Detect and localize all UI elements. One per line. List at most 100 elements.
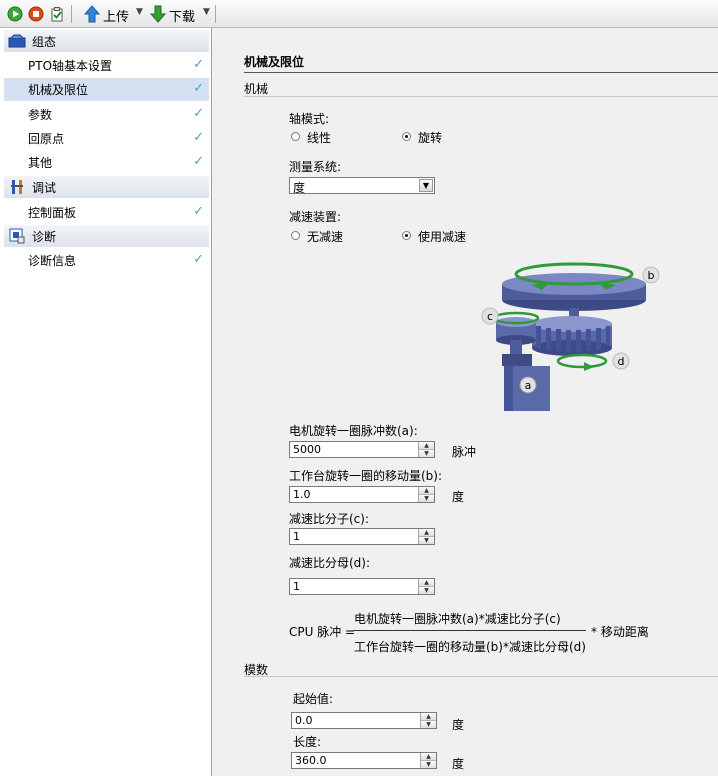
start-value-unit: 度 xyxy=(452,718,465,732)
pulses-per-rev-value: 5000 xyxy=(293,443,321,456)
nav-group-label: 调试 xyxy=(32,180,57,195)
start-value-stepper[interactable]: 0.0 ▲ ▼ xyxy=(291,712,437,729)
settings-panel: 机械及限位 机械 轴模式: 线性 旋转 测量系统: 度 ▼ 减速装置: 无减速 … xyxy=(214,28,718,776)
axis-mode-linear-radio[interactable] xyxy=(291,132,300,141)
sidebar-item-other[interactable]: 其他 ✓ xyxy=(4,151,209,174)
sidebar-item-label: 机械及限位 xyxy=(28,83,89,97)
measure-system-value: 度 xyxy=(293,181,306,195)
spin-up-icon[interactable]: ▲ xyxy=(419,442,434,450)
formula-fraction-bar xyxy=(353,630,586,631)
spin-down-icon[interactable]: ▼ xyxy=(419,587,434,594)
spin-down-icon[interactable]: ▼ xyxy=(419,495,434,502)
gearing-label: 减速装置: xyxy=(289,210,342,224)
stop-icon[interactable] xyxy=(27,5,45,23)
gearing-use-label: 使用减速 xyxy=(418,230,467,244)
download-arrow-icon[interactable] xyxy=(149,5,167,23)
axis-mode-label: 轴模式: xyxy=(289,112,330,126)
nav-group-config[interactable]: 组态 xyxy=(4,30,209,52)
ratio-denominator-stepper[interactable]: 1 ▲ ▼ xyxy=(289,578,435,595)
gearing-use-radio[interactable] xyxy=(402,231,411,240)
ratio-denominator-label: 减速比分母(d): xyxy=(289,556,371,570)
spin-up-icon[interactable]: ▲ xyxy=(419,579,434,587)
nav-group-label: 组态 xyxy=(32,34,57,49)
length-value: 360.0 xyxy=(295,754,327,767)
length-stepper[interactable]: 360.0 ▲ ▼ xyxy=(291,752,437,769)
pulses-unit: 脉冲 xyxy=(452,445,477,459)
sidebar-nav: 组态 PTO轴基本设置 ✓ 机械及限位 ✓ 参数 ✓ 回原点 ✓ 其他 ✓ 调试… xyxy=(0,28,212,776)
length-label: 长度: xyxy=(293,735,322,749)
axis-mode-rotary-radio[interactable] xyxy=(402,132,411,141)
measure-system-select[interactable]: 度 ▼ xyxy=(289,177,435,195)
section-mechanical-heading: 机械 xyxy=(244,82,269,96)
ratio-numerator-value: 1 xyxy=(293,530,300,543)
sidebar-item-label: PTO轴基本设置 xyxy=(28,59,113,73)
formula-lhs: CPU 脉冲 = xyxy=(289,625,356,639)
gearing-none-radio[interactable] xyxy=(291,231,300,240)
gearing-none-label: 无减速 xyxy=(307,230,344,244)
check-icon: ✓ xyxy=(193,106,204,121)
diagnostics-icon xyxy=(8,228,26,244)
nav-group-label: 诊断 xyxy=(32,229,57,244)
check-icon: ✓ xyxy=(193,154,204,169)
spin-up-icon[interactable]: ▲ xyxy=(419,529,434,537)
nav-group-debug[interactable]: 调试 xyxy=(4,176,209,198)
travel-per-rev-stepper[interactable]: 1.0 ▲ ▼ xyxy=(289,486,435,503)
toolbar-separator xyxy=(71,5,72,23)
ratio-numerator-label: 减速比分子(c): xyxy=(289,512,370,526)
toolbar: 上传 ▼ 下载 ▼ xyxy=(0,0,718,28)
toolbar-separator xyxy=(215,5,216,23)
spin-down-icon[interactable]: ▼ xyxy=(419,537,434,544)
config-icon xyxy=(8,33,26,49)
sidebar-item-pto-basic[interactable]: PTO轴基本设置 ✓ xyxy=(4,54,209,77)
chevron-down-icon[interactable]: ▼ xyxy=(419,179,433,192)
upload-button[interactable]: 上传 xyxy=(103,6,129,25)
sidebar-item-control-panel[interactable]: 控制面板 ✓ xyxy=(4,201,209,224)
sidebar-item-label: 其他 xyxy=(28,156,53,170)
upload-dropdown-icon[interactable]: ▼ xyxy=(136,7,143,17)
sidebar-item-homing[interactable]: 回原点 ✓ xyxy=(4,127,209,150)
axis-mode-linear-label: 线性 xyxy=(307,131,332,145)
formula-denominator: 工作台旋转一圈的移动量(b)*减速比分母(d) xyxy=(354,640,586,654)
check-clipboard-icon[interactable] xyxy=(48,5,66,23)
spin-down-icon[interactable]: ▼ xyxy=(421,761,436,768)
sidebar-item-diag-info[interactable]: 诊断信息 ✓ xyxy=(4,249,209,272)
sidebar-item-label: 参数 xyxy=(28,108,53,122)
page-title: 机械及限位 xyxy=(244,55,305,69)
go-online-icon[interactable] xyxy=(6,5,24,23)
pulses-per-rev-stepper[interactable]: 5000 ▲ ▼ xyxy=(289,441,435,458)
nav-group-diagnostics[interactable]: 诊断 xyxy=(4,225,209,247)
download-button[interactable]: 下载 xyxy=(169,6,195,25)
sidebar-item-mechanics-limits[interactable]: 机械及限位 ✓ xyxy=(4,78,209,101)
check-icon: ✓ xyxy=(193,57,204,72)
diagram-label-d: d xyxy=(618,355,625,368)
spin-down-icon[interactable]: ▼ xyxy=(419,450,434,457)
upload-arrow-icon[interactable] xyxy=(83,5,101,23)
ratio-numerator-stepper[interactable]: 1 ▲ ▼ xyxy=(289,528,435,545)
check-icon: ✓ xyxy=(193,204,204,219)
check-icon: ✓ xyxy=(193,81,204,96)
diagram-label-a: a xyxy=(525,379,532,392)
travel-per-rev-value: 1.0 xyxy=(293,488,311,501)
sidebar-item-parameters[interactable]: 参数 ✓ xyxy=(4,103,209,126)
diagram-label-b: b xyxy=(648,269,655,282)
spin-up-icon[interactable]: ▲ xyxy=(421,713,436,721)
download-dropdown-icon[interactable]: ▼ xyxy=(203,7,210,17)
spin-up-icon[interactable]: ▲ xyxy=(419,487,434,495)
check-icon: ✓ xyxy=(193,252,204,267)
start-value-value: 0.0 xyxy=(295,714,313,727)
section-divider xyxy=(244,676,718,677)
gear-drive-diagram: a b c d xyxy=(481,262,660,411)
sidebar-item-label: 诊断信息 xyxy=(28,254,77,268)
travel-unit: 度 xyxy=(452,490,465,504)
ratio-denominator-value: 1 xyxy=(293,580,300,593)
title-divider xyxy=(244,72,718,73)
sidebar-item-label: 控制面板 xyxy=(28,206,77,220)
measure-system-label: 测量系统: xyxy=(289,160,342,174)
travel-per-rev-label: 工作台旋转一圈的移动量(b): xyxy=(289,469,443,483)
length-unit: 度 xyxy=(452,757,465,771)
start-value-label: 起始值: xyxy=(293,692,334,706)
spin-down-icon[interactable]: ▼ xyxy=(421,721,436,728)
debug-tools-icon xyxy=(8,179,26,195)
sidebar-item-label: 回原点 xyxy=(28,132,65,146)
spin-up-icon[interactable]: ▲ xyxy=(421,753,436,761)
